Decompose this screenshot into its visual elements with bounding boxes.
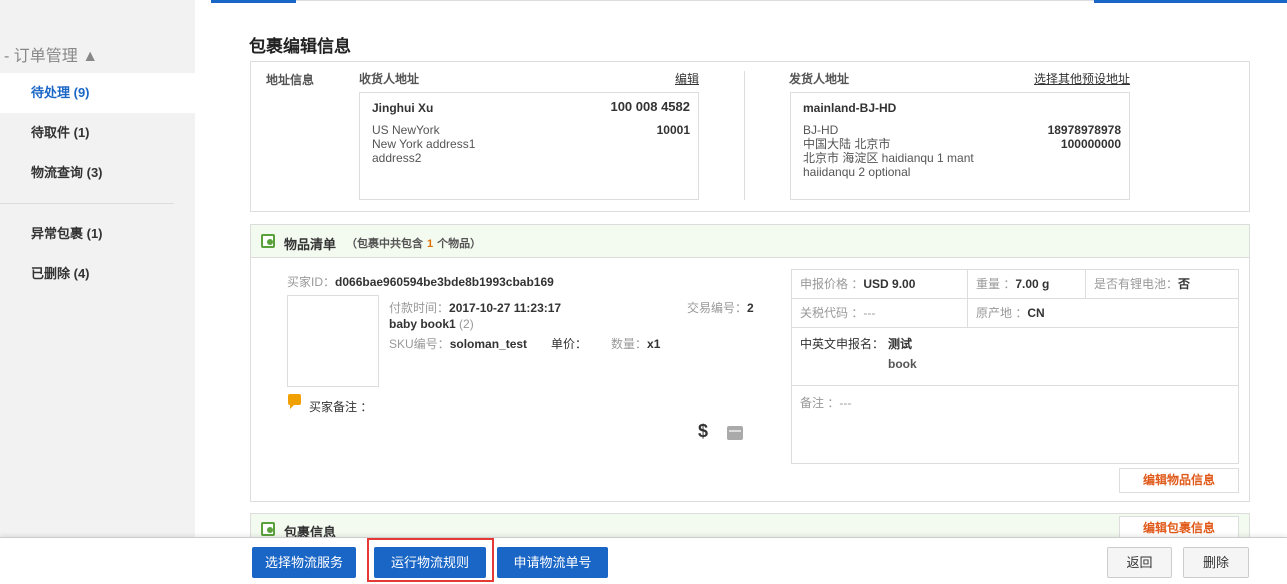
quantity-row: 数量：x1 [611, 335, 660, 352]
customs-code-value: --- [863, 306, 876, 320]
trade-no-label: 交易编号： [687, 301, 748, 315]
origin-value: CN [1027, 306, 1045, 320]
declared-price-value: USD 9.00 [863, 277, 916, 291]
declared-name-label: 中英文申报名： [800, 337, 885, 351]
sender-line3: 北京市 海淀区 haidianqu 1 mant [803, 151, 974, 165]
declared-name-cn: 测试 [888, 337, 913, 351]
customs-code-label: 关税代码 ： [800, 306, 864, 320]
address-divider [744, 71, 745, 200]
product-image [287, 295, 379, 387]
product-qty-note: (2) [459, 317, 474, 331]
address-section-label: 地址信息 [266, 73, 315, 87]
recipient-line1: US NewYork [372, 123, 440, 137]
edit-item-info-button[interactable]: 编辑物品信息 [1119, 468, 1239, 493]
pay-time-row: 付款时间：2017-10-27 11:23:17 [389, 299, 561, 316]
recipient-zip: 10001 [656, 123, 690, 137]
unit-price-label: 单价： [551, 337, 588, 351]
customs-code-cell: 关税代码 ：--- [792, 299, 968, 328]
remark-label: 备注 ： [800, 396, 840, 410]
back-button[interactable]: 返回 [1107, 547, 1172, 578]
buyer-id-label: 买家ID： [287, 275, 336, 289]
quantity-label: 数量： [611, 337, 648, 351]
highlight-box [367, 538, 494, 582]
apply-tracking-number-button[interactable]: 申请物流单号 [497, 547, 608, 578]
sender-address-lines: BJ-HD 中国大陆 北京市 北京市 海淀区 haidianqu 1 mant … [803, 123, 974, 179]
order-management-group[interactable]: - 订单管理 ▲ [4, 42, 98, 66]
recipient-line3: address2 [372, 151, 422, 165]
buyer-id-value: d066bae960594be3bde8b1993cbab169 [335, 275, 554, 289]
sender-zip: 100000000 [1060, 137, 1121, 151]
sku-value: soloman_test [449, 337, 528, 351]
origin-label: 原产地 ： [976, 306, 1028, 320]
trade-no-value: 2 [747, 301, 754, 315]
sku-row: SKU编号：soloman_test [389, 335, 527, 352]
pay-time-value: 2017-10-27 11:23:17 [449, 301, 562, 315]
recipient-header: 收货人地址 [359, 72, 420, 86]
remark-value: --- [839, 396, 852, 410]
items-title: 物品清单 [284, 237, 337, 252]
item-list-icon [261, 234, 275, 248]
items-count: 1 [427, 238, 434, 250]
recipient-phone: 100 008 4582 [610, 99, 690, 114]
declared-name-cell: 中英文申报名： 测试 book [792, 328, 1238, 386]
items-section-header: 物品清单 （包裹中共包含 1 个物品） [250, 224, 1250, 258]
items-count-suffix: 个物品） [437, 238, 482, 250]
product-name: baby book1 [389, 317, 456, 331]
tab-strip-line [296, 0, 1094, 1]
origin-cell: 原产地 ：CN [968, 299, 1238, 328]
page-title: 包裹编辑信息 [249, 37, 351, 56]
sender-header: 发货人地址 [789, 72, 850, 86]
battery-value: 否 [1178, 277, 1191, 291]
trade-no-row: 交易编号：2 [687, 299, 754, 316]
buyer-note-chat-icon [288, 394, 301, 409]
buyer-id-row: 买家ID：d066bae960594be3bde8b1993cbab169 [287, 273, 554, 290]
sidebar-item-abnormal-package[interactable]: 异常包裹 (1) [0, 214, 195, 254]
package-info-icon [261, 522, 275, 536]
package-box-icon[interactable] [727, 426, 743, 440]
sidebar-item-deleted[interactable]: 已删除 (4) [0, 254, 195, 294]
declared-name-en: book [888, 357, 917, 371]
bottom-action-bar [0, 537, 1287, 584]
recipient-address-lines: US NewYork New York address1 address2 [372, 123, 475, 165]
select-logistics-service-button[interactable]: 选择物流服务 [252, 547, 356, 578]
sidebar-item-awaiting-pickup[interactable]: 待取件 (1) [0, 113, 195, 153]
dollar-icon[interactable]: $ [698, 421, 708, 442]
declared-price-cell: 申报价格 ：USD 9.00 [792, 270, 968, 299]
sku-label: SKU编号： [389, 337, 450, 351]
weight-cell: 重量 ：7.00 g [968, 270, 1086, 299]
pay-time-label: 付款时间： [389, 301, 450, 315]
sidebar-item-pending[interactable]: 待处理 (9) [0, 73, 195, 113]
sender-phone: 18978978978 [1047, 123, 1121, 137]
remark-row: 备注 ：--- [800, 394, 851, 411]
declared-price-label: 申报价格 ： [800, 277, 864, 291]
edit-recipient-link[interactable]: 编辑 [675, 70, 699, 87]
weight-value: 7.00 g [1015, 277, 1050, 291]
sidebar-divider [0, 203, 174, 204]
sender-line1: BJ-HD [803, 123, 839, 137]
product-name-row: baby book1 (2) [389, 317, 474, 331]
sender-address-card: mainland-BJ-HD BJ-HD 中国大陆 北京市 北京市 海淀区 ha… [790, 92, 1130, 200]
sidebar-item-logistics-query[interactable]: 物流查询 (3) [0, 153, 195, 193]
sender-line4: haiidanqu 2 optional [803, 165, 911, 179]
sidebar: - 订单管理 ▲ 待处理 (9) 待取件 (1) 物流查询 (3) 异常包裹 (… [0, 0, 195, 584]
recipient-address-card: Jinghui Xu 100 008 4582 US NewYork New Y… [359, 92, 699, 200]
weight-label: 重量 ： [976, 277, 1016, 291]
items-count-summary: （包裹中共包含 1 个物品） [346, 235, 481, 251]
delete-button[interactable]: 删除 [1183, 547, 1249, 578]
tab-indicator-left [211, 0, 296, 3]
buyer-note-label: 买家备注 ： [309, 400, 373, 414]
recipient-line2: New York address1 [372, 137, 476, 151]
tab-indicator-right [1094, 0, 1287, 3]
recipient-name: Jinghui Xu [372, 101, 434, 115]
sender-name: mainland-BJ-HD [803, 101, 897, 115]
battery-cell: 是否有锂电池：否 [1086, 270, 1238, 299]
sender-line2: 中国大陆 北京市 [803, 137, 891, 151]
battery-label: 是否有锂电池： [1094, 277, 1179, 291]
quantity-value: x1 [647, 337, 661, 351]
choose-preset-address-link[interactable]: 选择其他预设地址 [1034, 70, 1130, 87]
declaration-table: 申报价格 ：USD 9.00 重量 ：7.00 g 是否有锂电池：否 关税代码 … [791, 269, 1239, 464]
items-count-prefix: （包裹中共包含 [346, 238, 423, 250]
